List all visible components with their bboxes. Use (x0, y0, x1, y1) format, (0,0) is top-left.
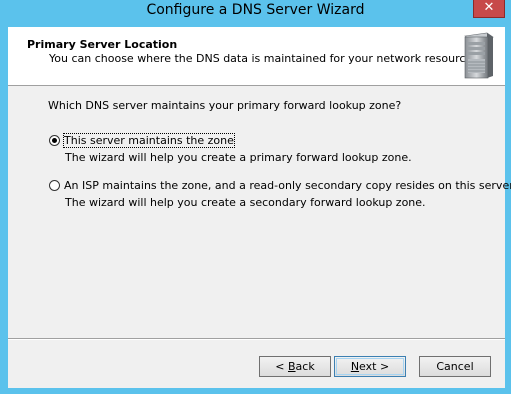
title-bar[interactable]: Configure a DNS Server Wizard ✕ (0, 0, 511, 26)
back-prefix: < (275, 360, 288, 373)
option-this-server-description: The wizard will help you create a primar… (65, 151, 412, 164)
back-mnemonic: B (288, 360, 296, 373)
next-mnemonic: N (350, 360, 360, 373)
wizard-header: Primary Server Location You can choose w… (8, 27, 505, 86)
zone-question: Which DNS server maintains your primary … (48, 99, 402, 112)
back-rest: ack (295, 360, 315, 373)
page-title: Primary Server Location (27, 38, 178, 51)
option-isp-description: The wizard will help you create a second… (65, 196, 426, 209)
window-title: Configure a DNS Server Wizard (146, 2, 365, 18)
radio-isp[interactable] (49, 180, 60, 191)
button-divider (8, 338, 505, 340)
option-isp-label[interactable]: An ISP maintains the zone, and a read-on… (64, 179, 511, 192)
page-subtitle: You can choose where the DNS data is mai… (49, 52, 482, 65)
server-tower-icon (464, 32, 494, 79)
radio-this-server[interactable] (49, 135, 60, 146)
close-button[interactable]: ✕ (473, 0, 505, 18)
cancel-button[interactable]: Cancel (419, 356, 491, 377)
back-button[interactable]: < Back (259, 356, 331, 377)
wizard-client-area: Primary Server Location You can choose w… (8, 27, 511, 388)
next-button[interactable]: Next > (334, 356, 406, 377)
wizard-window: Configure a DNS Server Wizard ✕ Primary … (0, 0, 511, 394)
option-this-server-label[interactable]: This server maintains the zone (63, 133, 235, 148)
close-icon: ✕ (483, 0, 495, 15)
next-rest: ext > (359, 360, 390, 373)
